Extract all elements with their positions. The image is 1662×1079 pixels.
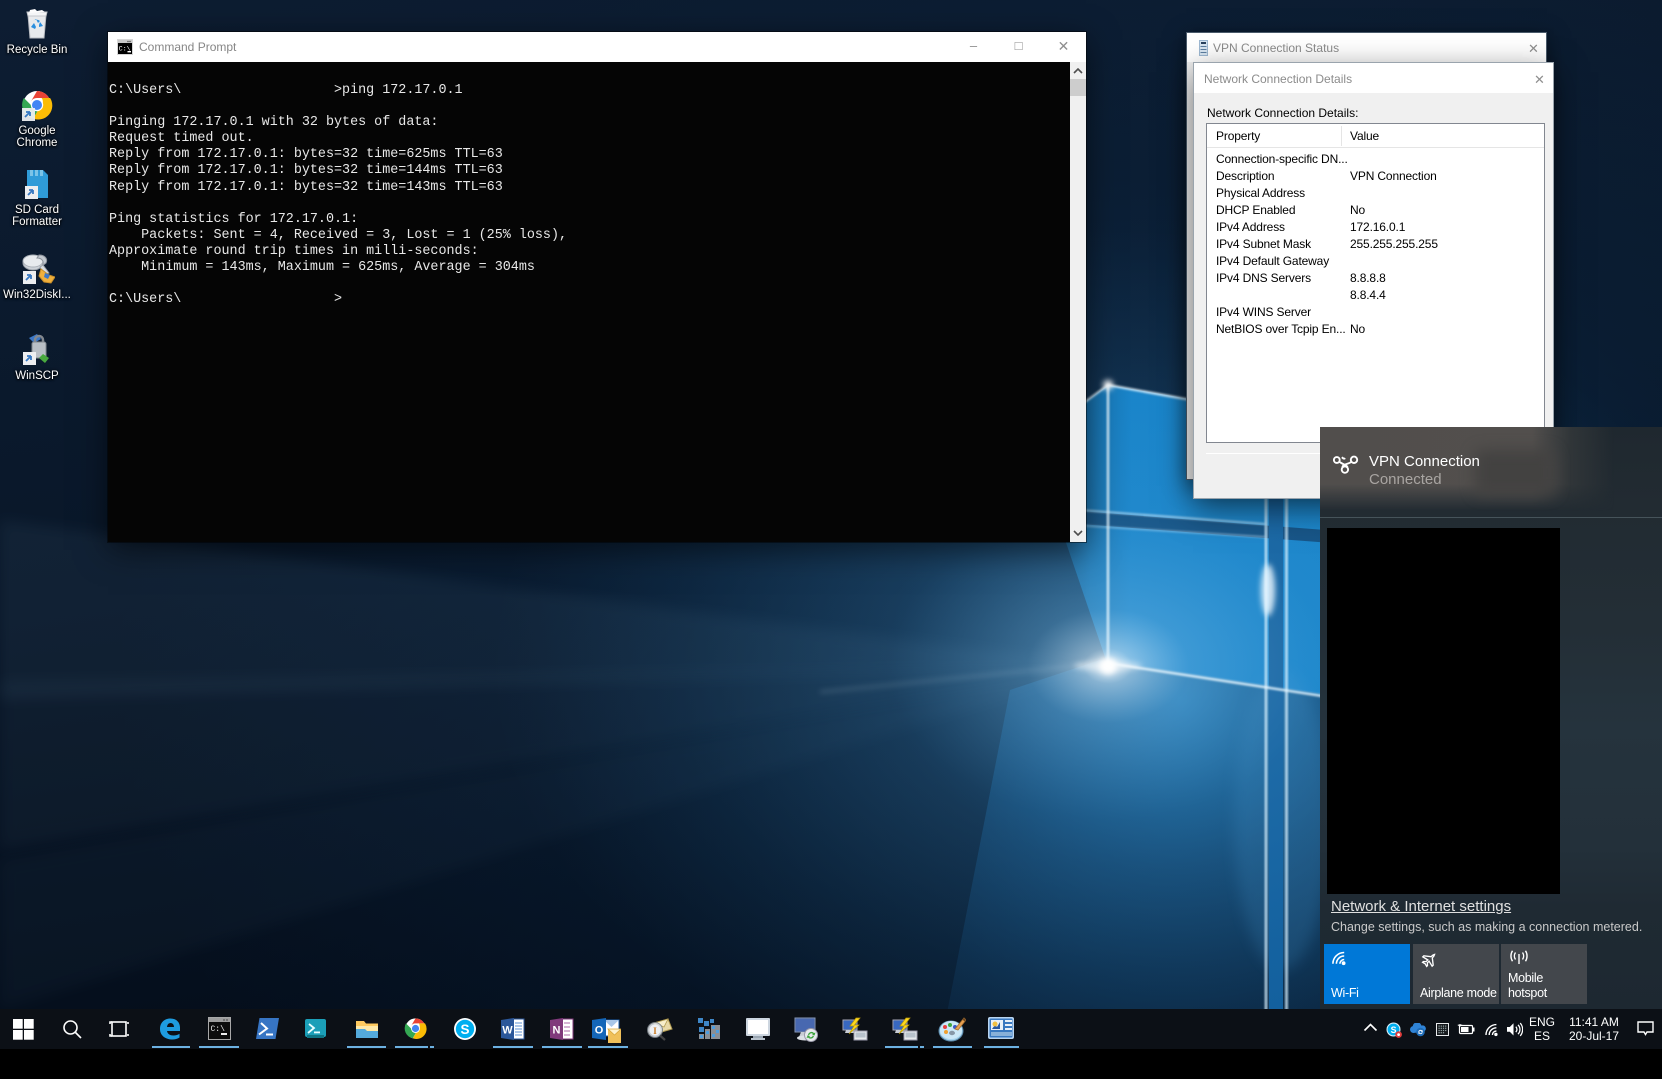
svg-text:W: W [502,1025,513,1037]
svg-text:C:\: C:\ [211,1025,226,1034]
svg-text:O: O [595,1025,604,1037]
svg-text:S: S [460,1022,469,1037]
svg-text:I: I [653,1026,657,1036]
svg-text:N: N [553,1025,561,1037]
